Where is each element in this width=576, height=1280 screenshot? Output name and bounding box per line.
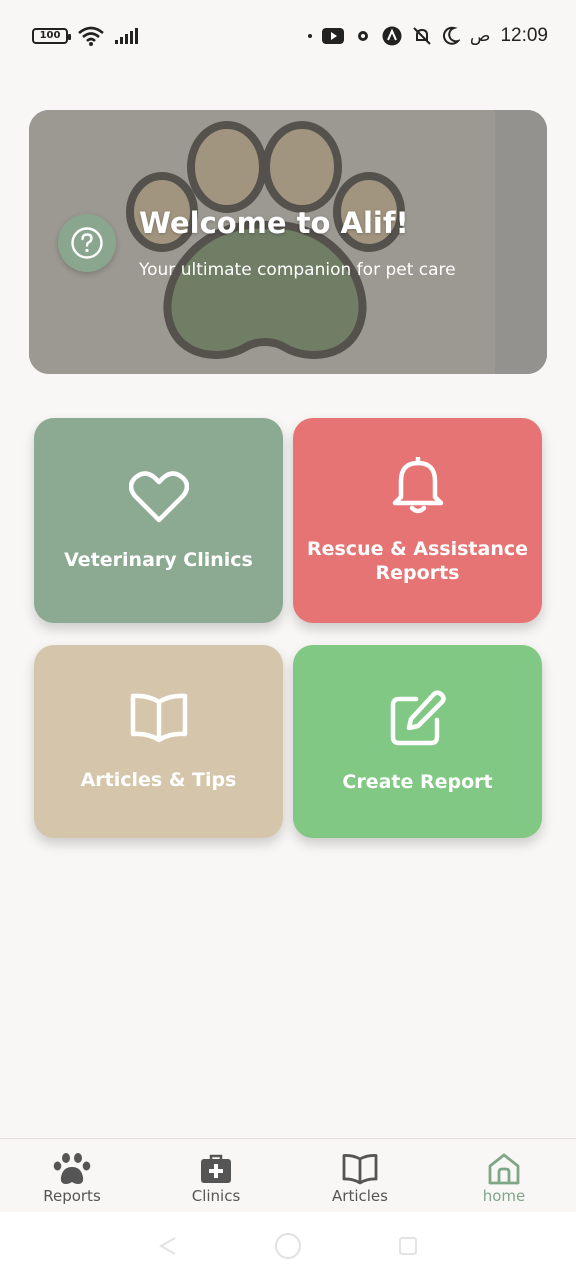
nav-item-reports[interactable]: Reports	[0, 1139, 144, 1212]
app-a-icon	[382, 26, 402, 46]
veterinary-clinics-label: Veterinary Clinics	[64, 548, 253, 571]
status-bar: 100 ص 12:09	[0, 0, 576, 72]
status-ampm: ص	[469, 26, 491, 46]
nav-label-home: home	[482, 1187, 526, 1205]
battery-icon: 100	[32, 28, 71, 44]
create-report-card[interactable]: Create Report	[293, 645, 542, 838]
rescue-assistance-label: Rescue & Assistance Reports	[306, 537, 529, 584]
question-circle-icon	[71, 227, 103, 259]
book-icon	[342, 1151, 378, 1187]
recents-icon[interactable]	[397, 1235, 419, 1257]
articles-tips-label: Articles & Tips	[80, 768, 237, 791]
wifi-icon	[78, 26, 104, 46]
system-nav-bar	[0, 1212, 576, 1280]
bottom-nav: Reports Clinics Articles home	[0, 1138, 576, 1212]
paw-icon	[53, 1151, 91, 1187]
veterinary-clinics-card[interactable]: Veterinary Clinics	[34, 418, 283, 623]
nav-item-clinics[interactable]: Clinics	[144, 1139, 288, 1212]
gear-icon	[357, 31, 368, 41]
home-icon	[487, 1151, 521, 1187]
hero-title: Welcome to Alif!	[139, 206, 409, 240]
moon-icon	[442, 26, 460, 45]
edit-icon	[390, 689, 446, 745]
heart-icon	[128, 470, 189, 522]
status-bar-right: ص 12:09	[307, 25, 548, 47]
status-bar-left: 100	[32, 26, 140, 46]
status-time: 12:09	[500, 25, 548, 46]
hero-subtitle: Your ultimate companion for pet care	[139, 260, 456, 280]
nav-label-articles: Articles	[332, 1187, 388, 1205]
youtube-icon	[321, 28, 344, 44]
nav-label-reports: Reports	[43, 1187, 101, 1205]
bell-icon	[392, 456, 443, 513]
rescue-assistance-card[interactable]: Rescue & Assistance Reports	[293, 418, 542, 623]
help-button[interactable]	[58, 214, 116, 272]
back-icon[interactable]	[157, 1235, 179, 1257]
nav-item-home[interactable]: home	[432, 1139, 576, 1212]
nav-item-articles[interactable]: Articles	[288, 1139, 432, 1212]
battery-level: 100	[39, 30, 61, 41]
nav-label-clinics: Clinics	[191, 1187, 241, 1205]
medical-bag-icon	[200, 1151, 232, 1187]
hero-banner: Welcome to Alif! Your ultimate companion…	[29, 110, 547, 374]
open-book-icon	[130, 693, 187, 742]
articles-tips-card[interactable]: Articles & Tips	[34, 645, 283, 838]
home-circle-icon[interactable]	[273, 1231, 303, 1261]
signal-icon	[115, 28, 138, 44]
bell-off-icon	[413, 27, 431, 45]
create-report-label: Create Report	[342, 770, 493, 793]
notification-dot-icon	[307, 34, 312, 38]
